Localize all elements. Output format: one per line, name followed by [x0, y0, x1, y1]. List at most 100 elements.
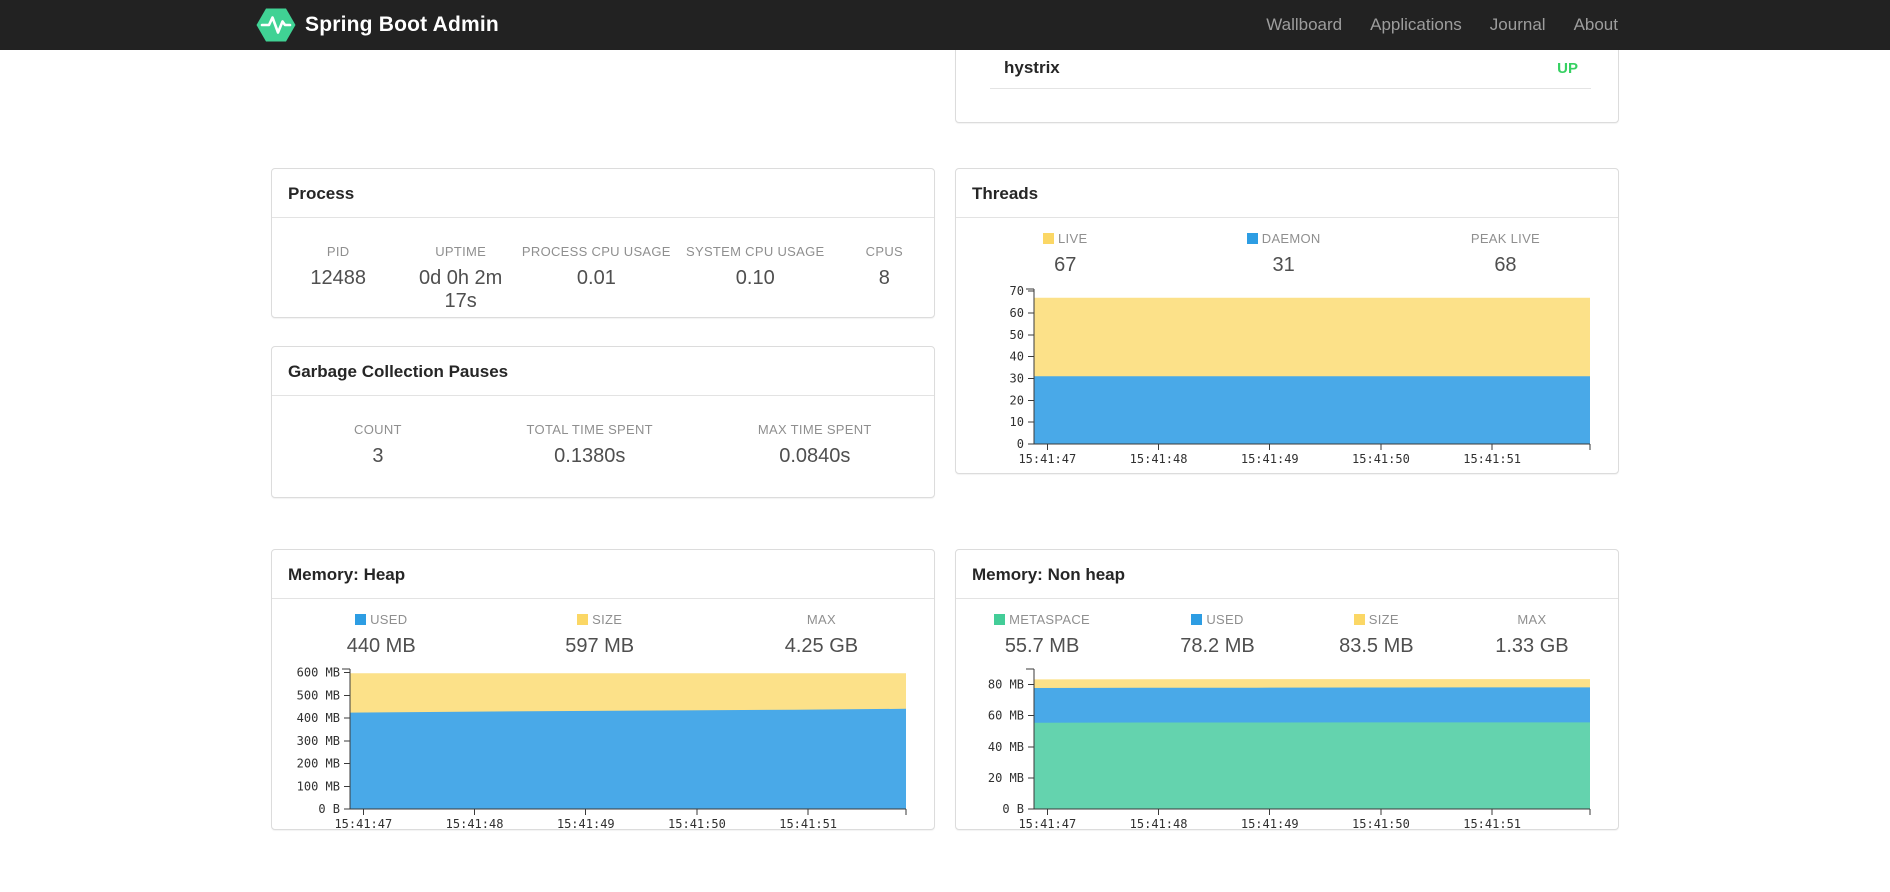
svg-text:15:41:47: 15:41:47 [1018, 817, 1076, 831]
stat-value: 67 [1054, 254, 1077, 276]
legend-swatch-icon [577, 614, 589, 625]
stat-label: PID [326, 244, 350, 259]
svg-text:100 MB: 100 MB [297, 779, 340, 793]
spring-boot-admin-logo-icon [256, 8, 296, 42]
stat-value: 0d 0h 2m 17s [418, 267, 503, 312]
stat-value: 78.2 MB [1180, 635, 1255, 657]
svg-text:10: 10 [1010, 415, 1024, 429]
process-panel: Process PID 12488 UPTIME 0d 0h 2m 17s PROCES… [271, 168, 935, 318]
status-badge: UP [1557, 59, 1578, 77]
threads-stats: LIVE 67 DAEMON 31 PEAK LIVE 68 [956, 218, 1618, 277]
stat-label: CPUS [865, 244, 903, 259]
svg-text:15:41:49: 15:41:49 [557, 817, 615, 831]
stat-max: MAX 1.33 GB [1446, 612, 1618, 658]
nav-link-wallboard[interactable]: Wallboard [1252, 0, 1356, 50]
stat-process-cpu-usage: PROCESS CPU USAGE 0.01 [517, 244, 676, 313]
svg-text:15:41:50: 15:41:50 [1352, 452, 1410, 466]
row-divider [990, 88, 1591, 89]
stat-total-time-spent: TOTAL TIME SPENT 0.1380s [484, 422, 696, 468]
stat-value: 440 MB [346, 635, 416, 657]
stat-label: DAEMON [1174, 231, 1392, 246]
legend-swatch-icon [1043, 233, 1055, 244]
svg-text:600 MB: 600 MB [297, 666, 340, 680]
svg-text:200 MB: 200 MB [297, 757, 340, 771]
stat-used: USED 78.2 MB [1128, 612, 1307, 658]
svg-text:80 MB: 80 MB [988, 678, 1024, 692]
navbar: Spring Boot Admin Wallboard Applications J… [0, 0, 1890, 50]
svg-text:15:41:47: 15:41:47 [334, 817, 392, 831]
stat-label: TOTAL TIME SPENT [526, 422, 653, 437]
brand[interactable]: Spring Boot Admin [256, 0, 499, 50]
stat-live: LIVE 67 [956, 231, 1174, 277]
stat-cpus: CPUS 8 [835, 244, 934, 313]
threads-panel: Threads LIVE 67 DAEMON 31 PEAK LIVE 68 0 10 20 3… [955, 168, 1619, 474]
svg-text:300 MB: 300 MB [297, 734, 340, 748]
memory-heap-panel: Memory: Heap USED 440 MB SIZE 597 MB MAX 4.25… [271, 549, 935, 831]
svg-text:0 B: 0 B [318, 802, 340, 816]
stat-label: MAX [806, 612, 836, 627]
stat-value: 68 [1494, 254, 1517, 276]
stat-value: 12488 [310, 267, 366, 289]
stat-label: SIZE [490, 612, 708, 627]
stat-peak-live: PEAK LIVE 68 [1393, 231, 1618, 277]
svg-text:60 MB: 60 MB [988, 709, 1024, 723]
svg-text:0: 0 [1017, 437, 1024, 451]
nav-links: Wallboard Applications Journal About [1252, 0, 1618, 50]
process-stats: PID 12488 UPTIME 0d 0h 2m 17s PROCESS CPU US… [272, 218, 934, 313]
stat-label: SIZE [1307, 612, 1446, 627]
threads-panel-title: Threads [956, 169, 1618, 218]
stat-label: SYSTEM CPU USAGE [686, 244, 825, 259]
stat-count: COUNT 3 [272, 422, 484, 468]
stat-label: METASPACE [956, 612, 1128, 627]
legend-swatch-icon [355, 614, 367, 625]
svg-text:15:41:51: 15:41:51 [1463, 452, 1521, 466]
application-status-panel: hystrix UP [955, 50, 1619, 123]
svg-text:15:41:49: 15:41:49 [1241, 817, 1299, 831]
stat-value: 4.25 GB [784, 635, 859, 657]
left-column: Process PID 12488 UPTIME 0d 0h 2m 17s PROCES… [271, 50, 935, 831]
gc-panel-title: Garbage Collection Pauses [272, 347, 934, 396]
process-panel-title: Process [272, 169, 934, 218]
svg-text:15:41:48: 15:41:48 [1130, 817, 1188, 831]
right-column: hystrix UP Threads LIVE 67 DAEMON 31 PEAK LI… [955, 50, 1619, 831]
svg-text:60: 60 [1010, 306, 1024, 320]
svg-text:40 MB: 40 MB [988, 740, 1024, 754]
stat-value: 31 [1272, 254, 1295, 276]
svg-text:15:41:51: 15:41:51 [1463, 817, 1521, 831]
memory-nonheap-panel: Memory: Non heap METASPACE 55.7 MB USED 78.… [955, 549, 1619, 831]
stat-value: 8 [878, 267, 890, 289]
stat-uptime: UPTIME 0d 0h 2m 17s [404, 244, 517, 313]
application-name[interactable]: hystrix [1004, 58, 1060, 78]
stat-label: USED [1128, 612, 1307, 627]
threads-chart: 0 10 20 30 40 50 60 70 15:41:47 15:41:48 15:41:49 1… [956, 282, 1618, 470]
svg-text:400 MB: 400 MB [297, 711, 340, 725]
svg-text:0 B: 0 B [1002, 802, 1024, 816]
nav-link-journal[interactable]: Journal [1476, 0, 1560, 50]
stat-used: USED 440 MB [272, 612, 490, 658]
nav-link-applications[interactable]: Applications [1356, 0, 1476, 50]
memory-nonheap-stats: METASPACE 55.7 MB USED 78.2 MB SIZE 83.5 MB MA… [956, 599, 1618, 658]
application-row[interactable]: hystrix UP [956, 50, 1618, 88]
svg-text:15:41:47: 15:41:47 [1018, 452, 1076, 466]
svg-text:15:41:49: 15:41:49 [1241, 452, 1299, 466]
svg-text:15:41:48: 15:41:48 [1130, 452, 1188, 466]
gc-pauses-panel: Garbage Collection Pauses COUNT 3 TOTAL TI… [271, 346, 935, 498]
stat-metaspace: METASPACE 55.7 MB [956, 612, 1128, 658]
svg-text:50: 50 [1010, 328, 1024, 342]
stat-value: 0.01 [576, 267, 616, 289]
legend-swatch-icon [994, 614, 1006, 625]
memory-nonheap-chart: 0 B 20 MB 40 MB 60 MB 80 MB 15:41:47 15:41:48 1… [956, 663, 1618, 839]
svg-text:15:41:50: 15:41:50 [1352, 817, 1410, 831]
stat-label: PROCESS CPU USAGE [521, 244, 671, 259]
stat-label: PEAK LIVE [1470, 231, 1541, 246]
stat-max-time-spent: MAX TIME SPENT 0.0840s [696, 422, 934, 468]
memory-heap-stats: USED 440 MB SIZE 597 MB MAX 4.25 GB [272, 599, 934, 658]
stat-size: SIZE 83.5 MB [1307, 612, 1446, 658]
stat-value: 0.1380s [554, 445, 626, 467]
stat-label: LIVE [956, 231, 1174, 246]
gc-stats: COUNT 3 TOTAL TIME SPENT 0.1380s MAX TIME SP… [272, 396, 934, 468]
svg-text:40: 40 [1010, 350, 1024, 364]
stat-value: 0.0840s [779, 445, 851, 467]
nav-link-about[interactable]: About [1560, 0, 1618, 50]
legend-swatch-icon [1246, 233, 1258, 244]
